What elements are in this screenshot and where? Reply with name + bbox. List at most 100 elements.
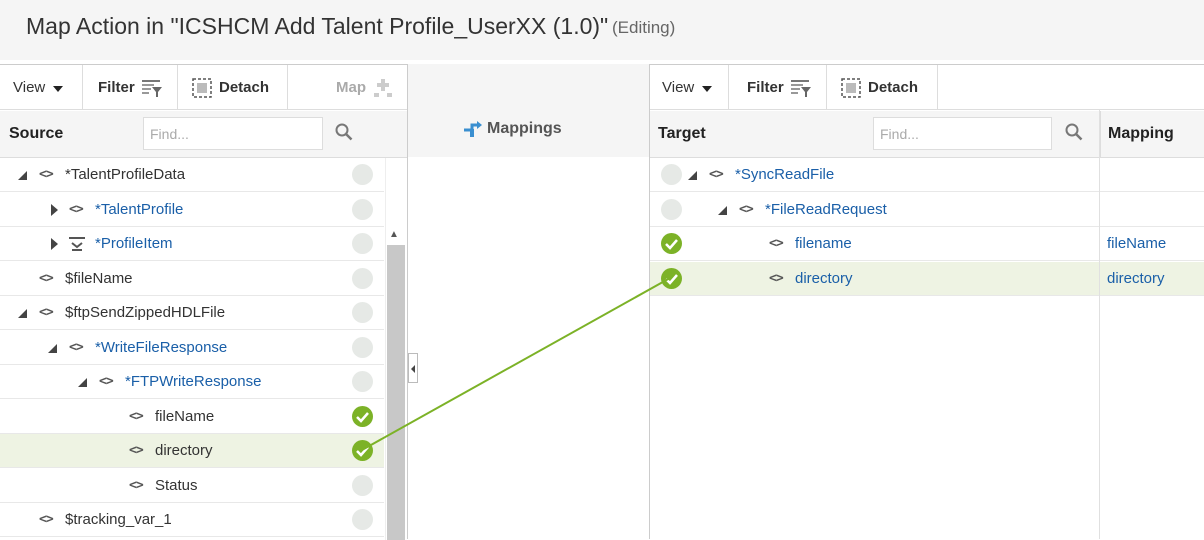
map-add-icon (374, 78, 392, 97)
source-view-menu[interactable]: View (13, 65, 64, 110)
target-view-label: View (662, 79, 695, 96)
tree-row[interactable]: *ProfileItem (0, 227, 384, 261)
editing-status: (Editing) (612, 18, 676, 37)
tree-row[interactable]: <> Status (0, 469, 384, 503)
tree-row[interactable]: <> $fileName (0, 262, 384, 296)
source-header: Source Find... (0, 111, 407, 158)
element-icon: <> (769, 271, 784, 286)
element-icon: <> (39, 271, 54, 286)
check-icon (352, 440, 373, 461)
target-toolbar: View Filter Detach (650, 65, 1204, 110)
source-view-label: View (13, 79, 46, 96)
source-filter-label: Filter (98, 79, 135, 96)
tree-row[interactable]: <> fileName (0, 400, 384, 434)
element-icon: <> (739, 202, 754, 217)
mappings-icon (464, 121, 482, 137)
tree-label: $ftpSendZippedHDLFile (65, 304, 226, 321)
tree-label: *TalentProfile (95, 201, 184, 218)
element-icon: <> (129, 409, 144, 424)
element-icon: <> (69, 340, 84, 355)
tree-label: directory (795, 270, 853, 287)
page-title: Map Action in "ICSHCM Add Talent Profile… (26, 13, 609, 39)
target-view-menu[interactable]: View (662, 65, 713, 110)
unmapped-indicator (352, 199, 373, 220)
filter-icon (141, 79, 162, 97)
tree-row-selected[interactable]: <> directory directory (650, 262, 1204, 296)
expanded-icon[interactable] (18, 309, 27, 318)
element-icon: <> (69, 202, 84, 217)
collapse-pane-handle[interactable] (408, 353, 418, 383)
tree-row-selected[interactable]: <> directory (0, 434, 384, 468)
mapping-value[interactable]: directory (1107, 270, 1165, 287)
scroll-up-icon[interactable]: ▲ (389, 229, 399, 240)
mapping-column-header: Mapping (1108, 125, 1174, 142)
expanded-icon[interactable] (18, 171, 27, 180)
expanded-icon[interactable] (78, 378, 87, 387)
source-detach-button[interactable]: Detach (192, 65, 269, 110)
unmapped-indicator (352, 268, 373, 289)
tree-label: fileName (155, 408, 215, 425)
tree-row[interactable]: <> $ftpSendZippedHDLFile (0, 296, 384, 330)
unmapped-indicator (352, 164, 373, 185)
unmapped-indicator (352, 233, 373, 254)
map-button[interactable]: Map (336, 65, 393, 110)
tree-row[interactable]: <> *TalentProfileData (0, 158, 384, 192)
unmapped-indicator (661, 164, 682, 185)
tree-label: *WriteFileResponse (95, 339, 228, 356)
source-find-input[interactable]: Find... (143, 117, 323, 150)
repeating-element-icon (69, 237, 85, 251)
unmapped-indicator (352, 337, 373, 358)
tree-row[interactable]: <> *WriteFileResponse (0, 331, 384, 365)
detach-icon (192, 77, 212, 98)
tree-row[interactable]: <> *SyncReadFile (650, 158, 1204, 192)
element-icon: <> (769, 236, 784, 251)
target-pane: View Filter Detach Target Find... Mappin… (649, 64, 1204, 539)
unmapped-indicator (352, 371, 373, 392)
source-pane: View Filter Detach Map Source Find... <>… (0, 64, 408, 540)
target-detach-button[interactable]: Detach (841, 65, 918, 110)
tree-row[interactable]: <> filename fileName (650, 227, 1204, 261)
tree-label: $fileName (65, 270, 133, 287)
tree-label: directory (155, 442, 213, 459)
tree-row[interactable]: <> $tracking_var_1 (0, 503, 384, 537)
tree-label: *FTPWriteResponse (125, 373, 262, 390)
target-find-input[interactable]: Find... (873, 117, 1052, 150)
source-toolbar: View Filter Detach Map (0, 65, 407, 110)
tree-label: filename (795, 235, 852, 252)
map-label: Map (336, 79, 366, 96)
tree-label: *FileReadRequest (765, 201, 887, 218)
mapping-value[interactable]: fileName (1107, 235, 1166, 252)
element-icon: <> (129, 478, 144, 493)
search-icon[interactable] (1065, 123, 1083, 141)
tree-row[interactable]: <> *FTPWriteResponse (0, 365, 384, 399)
check-icon (352, 406, 373, 427)
element-icon: <> (39, 167, 54, 182)
target-filter-button[interactable]: Filter (747, 65, 812, 110)
tree-row[interactable]: <> *FileReadRequest (650, 193, 1204, 227)
tree-label: *TalentProfileData (65, 166, 186, 183)
expanded-icon[interactable] (718, 206, 727, 215)
tree-label: *ProfileItem (95, 235, 173, 252)
source-filter-button[interactable]: Filter (98, 65, 163, 110)
tree-row[interactable]: <> *TalentProfile (0, 193, 384, 227)
tree-label: Status (155, 477, 198, 494)
caret-down-icon (702, 85, 713, 92)
check-icon (661, 268, 682, 289)
search-icon[interactable] (335, 123, 353, 141)
scroll-thumb[interactable] (387, 245, 405, 540)
source-header-title: Source (9, 125, 64, 142)
collapsed-icon[interactable] (51, 238, 58, 250)
target-header: Target Find... Mapping (650, 111, 1204, 158)
collapsed-icon[interactable] (51, 204, 58, 216)
element-icon: <> (39, 512, 54, 527)
expanded-icon[interactable] (688, 171, 697, 180)
unmapped-indicator (352, 302, 373, 323)
target-detach-label: Detach (868, 79, 919, 96)
element-icon: <> (39, 305, 54, 320)
unmapped-indicator (661, 199, 682, 220)
element-icon: <> (129, 443, 144, 458)
filter-icon (790, 79, 811, 97)
source-detach-label: Detach (219, 79, 270, 96)
mapping-column-divider (1099, 110, 1100, 539)
expanded-icon[interactable] (48, 344, 57, 353)
